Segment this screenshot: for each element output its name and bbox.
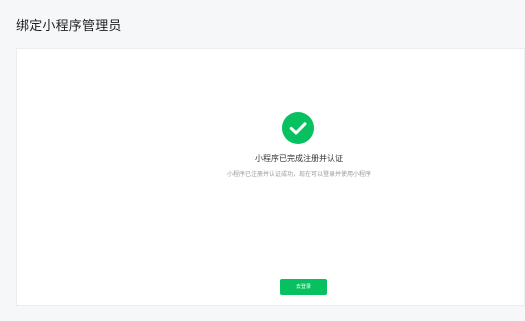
check-circle-icon [282, 112, 314, 144]
success-title: 小程序已完成注册并认证 [255, 154, 343, 163]
page-title: 绑定小程序管理员 [16, 19, 122, 34]
login-button[interactable]: 去登录 [280, 279, 327, 295]
success-description: 小程序已注册并认证成功，现在可以登录并使用小程序 [226, 171, 371, 178]
